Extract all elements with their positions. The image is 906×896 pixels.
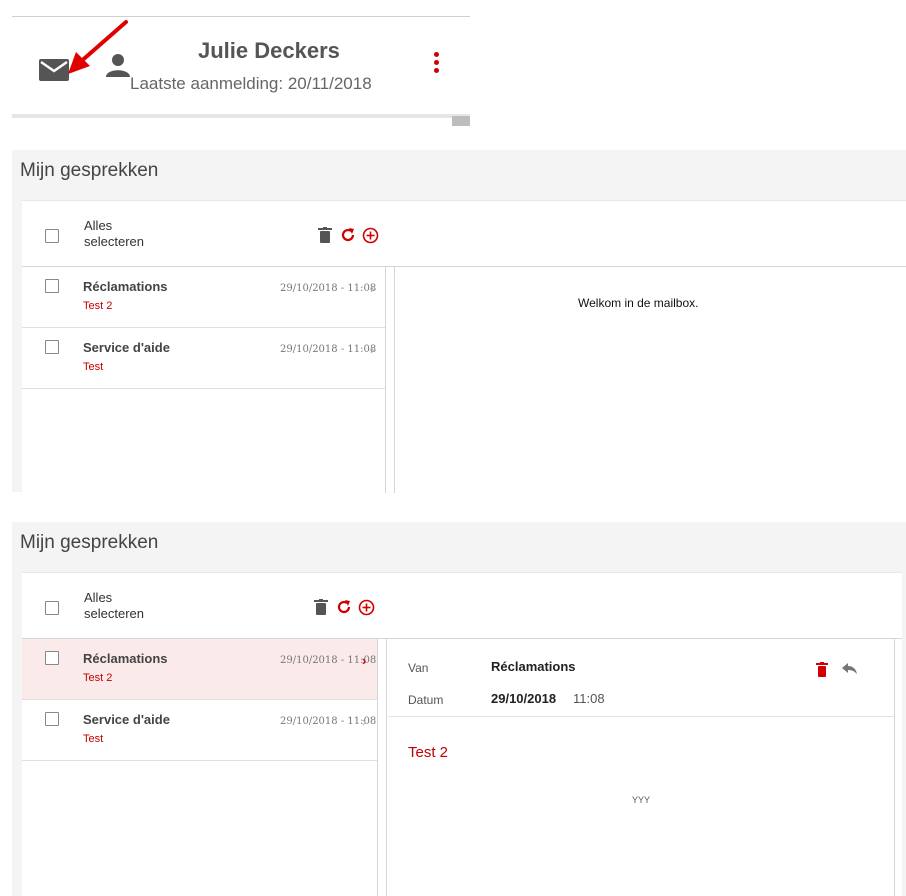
detail-separator bbox=[388, 716, 894, 717]
trash-icon[interactable] bbox=[318, 227, 334, 245]
reply-icon[interactable] bbox=[842, 662, 857, 680]
select-all-label-line1: Alles bbox=[84, 218, 113, 233]
select-all-label-line1: Alles bbox=[84, 590, 113, 605]
message-subject: Test 2 bbox=[408, 744, 449, 761]
conversation-checkbox[interactable] bbox=[45, 651, 59, 665]
chevron-right-icon: › bbox=[370, 342, 375, 357]
conversation-list: Réclamations Test 2 29/10/2018 - 11:08 ›… bbox=[22, 267, 386, 493]
more-vertical-icon[interactable] bbox=[430, 52, 442, 80]
select-all-checkbox[interactable] bbox=[45, 229, 59, 243]
select-all-label-line2: selecteren bbox=[84, 606, 144, 621]
trash-icon[interactable] bbox=[314, 599, 330, 617]
select-all-label[interactable]: Alles selecteren bbox=[84, 218, 164, 250]
select-all-checkbox[interactable] bbox=[45, 601, 59, 615]
conversation-list: Réclamations Test 2 29/10/2018 - 11:08 ›… bbox=[22, 639, 378, 896]
trash-icon[interactable] bbox=[816, 662, 828, 682]
conversation-title: Réclamations bbox=[83, 279, 168, 294]
conversation-subtitle: Test bbox=[83, 361, 104, 373]
conversation-checkbox[interactable] bbox=[45, 340, 59, 354]
refresh-icon[interactable] bbox=[336, 599, 352, 617]
annotation-arrow-icon bbox=[68, 20, 128, 74]
conversation-subtitle: Test 2 bbox=[83, 300, 113, 312]
mailbox: Alles selecteren Réclamations Test 2 29/… bbox=[22, 572, 902, 896]
conversation-item[interactable]: Réclamations Test 2 29/10/2018 - 11:08 › bbox=[22, 267, 385, 328]
add-circle-icon[interactable] bbox=[362, 227, 379, 245]
select-all-label[interactable]: Alles selecteren bbox=[84, 590, 164, 622]
from-label: Van bbox=[408, 661, 429, 675]
welcome-message: Welkom in de mailbox. bbox=[578, 296, 699, 310]
message-body: YYY bbox=[632, 795, 651, 805]
conversation-date: 29/10/2018 - 11:08 bbox=[280, 344, 377, 355]
mailbox-toolbar: Alles selecteren bbox=[22, 573, 902, 639]
time-value: 11:08 bbox=[573, 691, 605, 706]
conversation-title: Service d'aide bbox=[83, 712, 170, 727]
pane-divider bbox=[394, 267, 395, 493]
conversation-checkbox[interactable] bbox=[45, 712, 59, 726]
mailbox: Alles selecteren Réclamations Test 2 29/… bbox=[22, 200, 906, 493]
add-circle-icon[interactable] bbox=[358, 599, 375, 617]
date-label: Datum bbox=[408, 693, 444, 707]
conversation-title: Service d'aide bbox=[83, 340, 170, 355]
conversations-panel-open: Mijn gesprekken Alles selecteren Réclama… bbox=[12, 522, 906, 896]
page-title: Mijn gesprekken bbox=[20, 532, 159, 553]
page-title: Mijn gesprekken bbox=[20, 160, 159, 181]
mailbox-toolbar: Alles selecteren bbox=[22, 201, 906, 267]
header-top-border bbox=[12, 16, 470, 17]
date-value: 29/10/2018 bbox=[491, 691, 557, 706]
conversation-checkbox[interactable] bbox=[45, 279, 59, 293]
chevron-right-icon: › bbox=[362, 653, 367, 668]
user-name: Julie Deckers bbox=[198, 38, 340, 63]
header-scrollbar[interactable] bbox=[452, 116, 470, 126]
message-detail: Van Réclamations Datum 29/10/2018 11:08 … bbox=[388, 640, 894, 896]
last-login: Laatste aanmelding: 20/11/2018 bbox=[130, 74, 372, 93]
chevron-right-icon: › bbox=[370, 281, 375, 296]
conversation-item[interactable]: Service d'aide Test 29/10/2018 - 11:08 › bbox=[22, 700, 377, 761]
conversation-title: Réclamations bbox=[83, 651, 168, 666]
conversation-item-selected[interactable]: Réclamations Test 2 29/10/2018 - 11:08 › bbox=[22, 639, 377, 700]
user-header: Julie Deckers Laatste aanmelding: 20/11/… bbox=[12, 16, 470, 126]
conversation-subtitle: Test 2 bbox=[83, 672, 113, 684]
header-bottom-border bbox=[12, 114, 470, 118]
conversation-subtitle: Test bbox=[83, 733, 104, 745]
refresh-icon[interactable] bbox=[340, 227, 356, 245]
conversation-item[interactable]: Service d'aide Test 29/10/2018 - 11:08 › bbox=[22, 328, 385, 389]
pane-divider bbox=[386, 639, 387, 896]
conversations-panel-empty: Mijn gesprekken Alles selecteren Réclama… bbox=[12, 150, 906, 493]
select-all-label-line2: selecteren bbox=[84, 234, 144, 249]
detail-right-border bbox=[894, 639, 895, 896]
chevron-right-icon: › bbox=[362, 714, 367, 729]
conversation-date: 29/10/2018 - 11:08 bbox=[280, 283, 377, 294]
from-value: Réclamations bbox=[491, 659, 576, 674]
